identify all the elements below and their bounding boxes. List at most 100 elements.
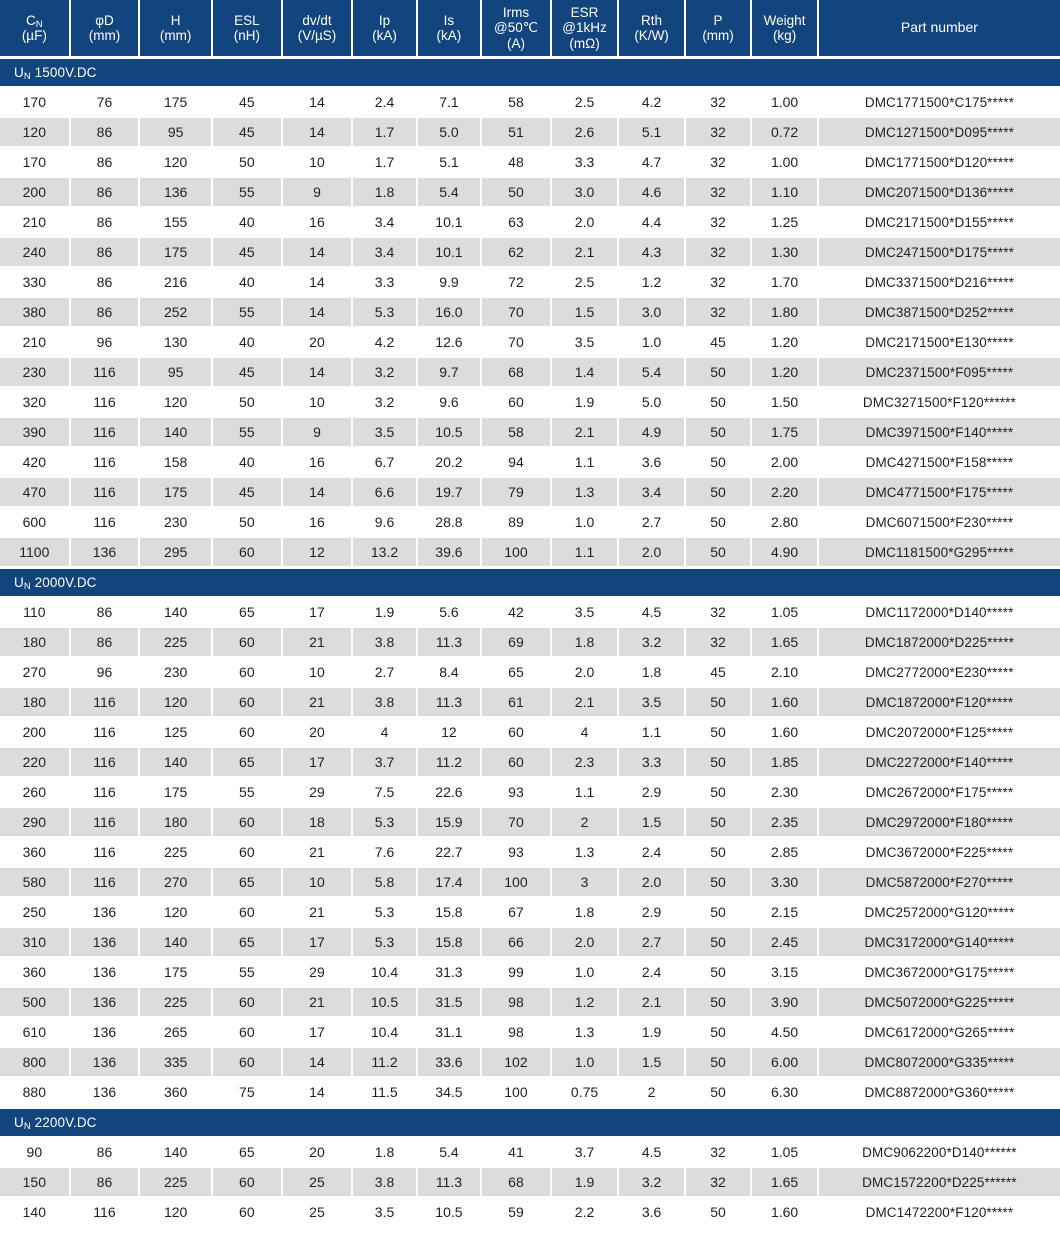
column-header-is-line1: Is: [443, 12, 455, 28]
cell-h: 265: [140, 1018, 214, 1048]
cell-rth: 4.2: [619, 88, 686, 118]
cell-ip: 4: [353, 718, 418, 748]
cell-ip: 3.3: [353, 268, 418, 298]
cell-rth: 2.7: [619, 508, 686, 538]
cell-h: 175: [140, 958, 214, 988]
cell-weight: 1.50: [752, 388, 819, 418]
cell-esr: 1.1: [551, 778, 620, 808]
cell-h: 140: [140, 418, 214, 448]
cell-part: DMC5072000*G225*****: [818, 988, 1060, 1018]
cell-is: 20.2: [417, 448, 483, 478]
cell-part: DMC6172000*G265*****: [818, 1018, 1060, 1048]
cell-phid: 76: [70, 88, 141, 118]
cell-ip: 13.2: [353, 538, 418, 568]
cell-h: 335: [140, 1048, 214, 1078]
cell-h: 252: [140, 298, 214, 328]
cell-cn: 200: [0, 718, 71, 748]
cell-weight: 1.00: [752, 148, 819, 178]
cell-h: 155: [140, 208, 214, 238]
cell-cn: 310: [0, 928, 71, 958]
cell-weight: 2.80: [752, 508, 819, 538]
cell-esl: 55: [213, 178, 283, 208]
cell-weight: 2.20: [752, 478, 819, 508]
cell-weight: 0.72: [752, 118, 819, 148]
cell-phid: 86: [70, 1168, 141, 1198]
cell-dvdt: 17: [282, 748, 354, 778]
cell-p: 50: [685, 718, 753, 748]
cell-cn: 260: [0, 778, 71, 808]
cell-esl: 60: [213, 1168, 283, 1198]
cell-phid: 116: [70, 838, 141, 868]
cell-h: 120: [140, 688, 214, 718]
cell-ip: 10.4: [353, 1018, 418, 1048]
cell-is: 22.7: [417, 838, 483, 868]
cell-esr: 2.1: [551, 688, 620, 718]
table-row: 500 136 225 60 21 10.5 31.5 98 1.2 2.1 50 3.90 DMC50…: [0, 988, 1060, 1018]
cell-rth: 2.0: [619, 868, 686, 898]
cell-dvdt: 14: [282, 268, 354, 298]
cell-cn: 180: [0, 688, 71, 718]
cell-irms: 72: [482, 268, 552, 298]
section-label: UN 2000V.DC: [0, 568, 1060, 598]
cell-is: 7.1: [417, 88, 483, 118]
cell-phid: 86: [70, 238, 141, 268]
cell-part: DMC3871500*D252*****: [818, 298, 1060, 328]
cell-weight: 2.45: [752, 928, 819, 958]
cell-dvdt: 17: [282, 928, 354, 958]
cell-weight: 1.65: [752, 628, 819, 658]
cell-esr: 1.1: [551, 448, 620, 478]
cell-cn: 360: [0, 958, 71, 988]
cell-esr: 2.0: [551, 658, 620, 688]
column-header-h-line1: H: [170, 12, 181, 28]
cell-esl: 60: [213, 658, 283, 688]
column-header-irms: Irms @50℃ (A): [482, 0, 552, 58]
cell-p: 50: [685, 358, 753, 388]
cell-irms: 102: [482, 1048, 552, 1078]
cell-p: 50: [685, 1048, 753, 1078]
cell-is: 16.0: [417, 298, 483, 328]
cell-irms: 60: [482, 388, 552, 418]
cell-ip: 3.2: [353, 388, 418, 418]
cell-dvdt: 14: [282, 238, 354, 268]
cell-part: DMC3271500*F120******: [818, 388, 1060, 418]
column-header-esr: ESR @1kHz (mΩ): [551, 0, 620, 58]
cell-dvdt: 16: [282, 448, 354, 478]
cell-rth: 2.9: [619, 778, 686, 808]
cell-dvdt: 20: [282, 328, 354, 358]
cell-esl: 60: [213, 988, 283, 1018]
cell-dvdt: 25: [282, 1198, 354, 1228]
cell-p: 32: [685, 148, 753, 178]
cell-weight: 1.30: [752, 238, 819, 268]
cell-dvdt: 14: [282, 118, 354, 148]
cell-p: 32: [685, 208, 753, 238]
column-header-phid: φD (mm): [70, 0, 141, 58]
cell-part: DMC1472200*F120*****: [818, 1198, 1060, 1228]
table-row: 120 86 95 45 14 1.7 5.0 51 2.6 5.1 32 0.72 DMC127150…: [0, 118, 1060, 148]
column-header-esr-line3: (mΩ): [569, 35, 600, 51]
cell-rth: 5.4: [619, 358, 686, 388]
cell-p: 50: [685, 1078, 753, 1108]
cell-rth: 4.5: [619, 1138, 686, 1168]
cell-cn: 380: [0, 298, 71, 328]
cell-esl: 65: [213, 598, 283, 628]
cell-esl: 45: [213, 238, 283, 268]
cell-part: DMC4771500*F175*****: [818, 478, 1060, 508]
cell-h: 225: [140, 838, 214, 868]
cell-weight: 6.00: [752, 1048, 819, 1078]
cell-part: DMC1181500*G295*****: [818, 538, 1060, 568]
table-row: 800 136 335 60 14 11.2 33.6 102 1.0 1.5 50 6.00 DMC8…: [0, 1048, 1060, 1078]
cell-h: 360: [140, 1078, 214, 1108]
cell-dvdt: 20: [282, 1138, 354, 1168]
table-row: 230 116 95 45 14 3.2 9.7 68 1.4 5.4 50 1.20 DMC23715…: [0, 358, 1060, 388]
cell-part: DMC2071500*D136*****: [818, 178, 1060, 208]
column-header-phid-line1: φD: [95, 12, 114, 28]
cell-part: DMC4271500*F158*****: [818, 448, 1060, 478]
cell-irms: 41: [482, 1138, 552, 1168]
cell-h: 140: [140, 928, 214, 958]
cell-ip: 3.5: [353, 418, 418, 448]
cell-is: 5.0: [417, 118, 483, 148]
cell-irms: 42: [482, 598, 552, 628]
cell-part: DMC3172000*G140*****: [818, 928, 1060, 958]
cell-weight: 2.15: [752, 898, 819, 928]
cell-weight: 1.85: [752, 748, 819, 778]
